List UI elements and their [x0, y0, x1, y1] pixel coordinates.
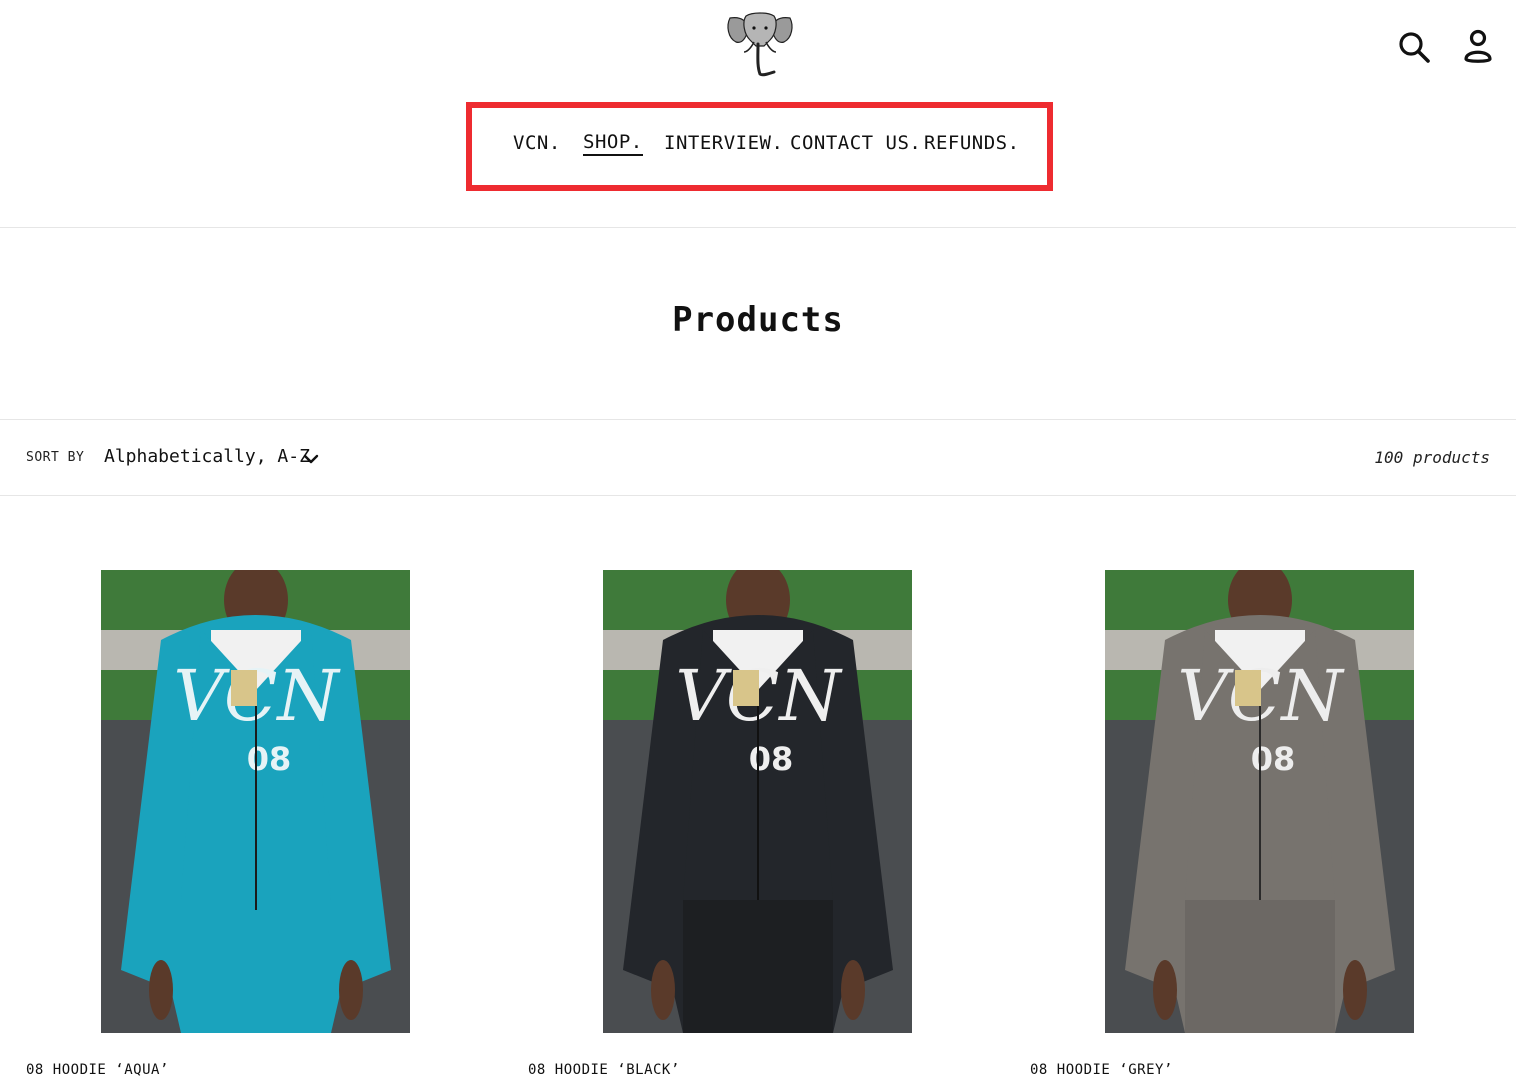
- svg-text:VCN: VCN: [675, 655, 843, 737]
- nav-item-contact-us[interactable]: CONTACT US.: [790, 128, 921, 160]
- sort-value: Alphabetically, A-Z: [104, 446, 310, 467]
- product-card-black[interactable]: VCN 08 08 HOODIE ‘BLACK’: [528, 570, 988, 1080]
- product-card-aqua[interactable]: VCN 08 08 HOODIE ‘AQUA’: [26, 570, 486, 1080]
- header-icons: [1386, 26, 1516, 68]
- site-header: VCN. SHOP. INTERVIEW. CONTACT US. REFUND…: [0, 0, 1516, 228]
- product-image[interactable]: VCN 08: [1105, 570, 1414, 1033]
- svg-text:08: 08: [1251, 740, 1296, 778]
- main-nav: VCN. SHOP. INTERVIEW. CONTACT US. REFUND…: [0, 128, 1516, 160]
- sort-label: SORT BY: [26, 450, 85, 465]
- nav-item-shop[interactable]: SHOP.: [583, 128, 643, 156]
- product-name[interactable]: 08 HOODIE ‘BLACK’: [528, 1062, 680, 1078]
- account-icon[interactable]: [1458, 26, 1498, 68]
- filter-bar: SORT BY Alphabetically, A-Z 100 products: [0, 419, 1516, 496]
- elephant-logo-icon[interactable]: [724, 8, 796, 80]
- product-count: 100 products: [1374, 448, 1490, 467]
- sort-select[interactable]: Alphabetically, A-Z: [104, 442, 326, 474]
- product-name[interactable]: 08 HOODIE ‘GREY’: [1030, 1062, 1173, 1078]
- nav-item-refunds[interactable]: REFUNDS.: [924, 128, 1020, 160]
- product-image[interactable]: VCN 08: [603, 570, 912, 1033]
- product-card-grey[interactable]: VCN 08 08 HOODIE ‘GREY’: [1030, 570, 1490, 1080]
- svg-text:VCN: VCN: [1177, 655, 1345, 737]
- product-image[interactable]: VCN 08: [101, 570, 410, 1033]
- page-title: Products: [672, 300, 844, 340]
- product-name[interactable]: 08 HOODIE ‘AQUA’: [26, 1062, 169, 1078]
- svg-text:08: 08: [749, 740, 794, 778]
- nav-item-interview[interactable]: INTERVIEW.: [664, 128, 783, 160]
- svg-text:VCN: VCN: [173, 655, 341, 737]
- chevron-down-icon: [303, 454, 319, 464]
- search-icon[interactable]: [1394, 26, 1434, 68]
- nav-item-vcn[interactable]: VCN.: [513, 128, 561, 160]
- svg-text:08: 08: [247, 740, 292, 778]
